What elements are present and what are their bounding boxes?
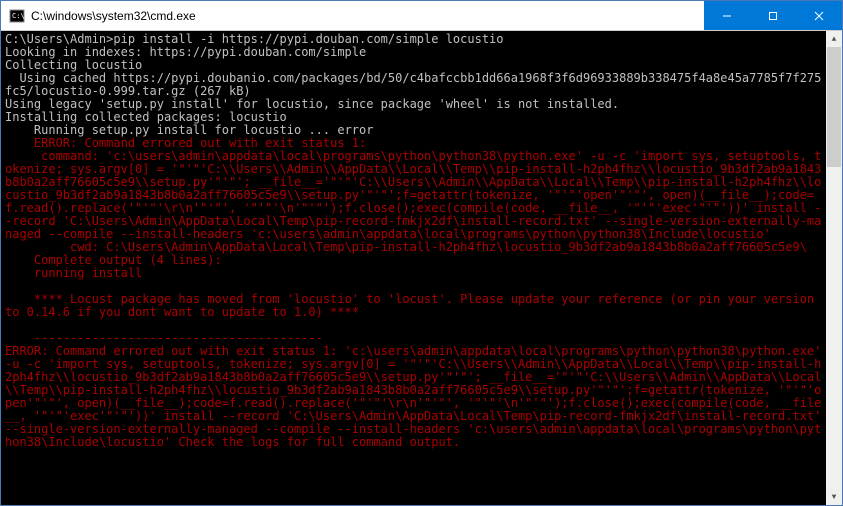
output-line: Collecting locustio xyxy=(5,58,142,72)
titlebar[interactable]: C:\ C:\windows\system32\cmd.exe xyxy=(1,1,842,31)
error-block: ERROR: Command errored out with exit sta… xyxy=(5,136,821,345)
output-line: Running setup.py install for locustio ..… xyxy=(5,123,373,137)
minimize-button[interactable] xyxy=(704,1,750,30)
terminal-output[interactable]: C:\Users\Admin>pip install -i https://py… xyxy=(1,31,826,505)
scrollbar-thumb[interactable] xyxy=(827,47,841,167)
output-line: Looking in indexes: https://pypi.douban.… xyxy=(5,45,366,59)
close-button[interactable] xyxy=(796,1,842,30)
output-line: Installing collected packages: locustio xyxy=(5,110,287,124)
output-line: Using legacy 'setup.py install' for locu… xyxy=(5,97,619,111)
window-title: C:\windows\system32\cmd.exe xyxy=(31,9,704,23)
maximize-button[interactable] xyxy=(750,1,796,30)
scroll-down-arrow[interactable]: ▼ xyxy=(826,489,842,505)
prompt: C:\Users\Admin> xyxy=(5,32,113,46)
terminal-area: C:\Users\Admin>pip install -i https://py… xyxy=(1,31,842,505)
window-controls xyxy=(704,1,842,30)
command-text: pip install -i https://pypi.douban.com/s… xyxy=(113,32,503,46)
vertical-scrollbar[interactable]: ▲ ▼ xyxy=(826,31,842,505)
output-line: Using cached https://pypi.doubanio.com/p… xyxy=(5,71,821,98)
error-summary: ERROR: Command errored out with exit sta… xyxy=(5,344,826,449)
svg-text:C:\: C:\ xyxy=(12,12,25,20)
scroll-up-arrow[interactable]: ▲ xyxy=(826,31,842,47)
cmd-icon: C:\ xyxy=(9,8,25,24)
cmd-window: C:\ C:\windows\system32\cmd.exe C:\Users… xyxy=(0,0,843,506)
